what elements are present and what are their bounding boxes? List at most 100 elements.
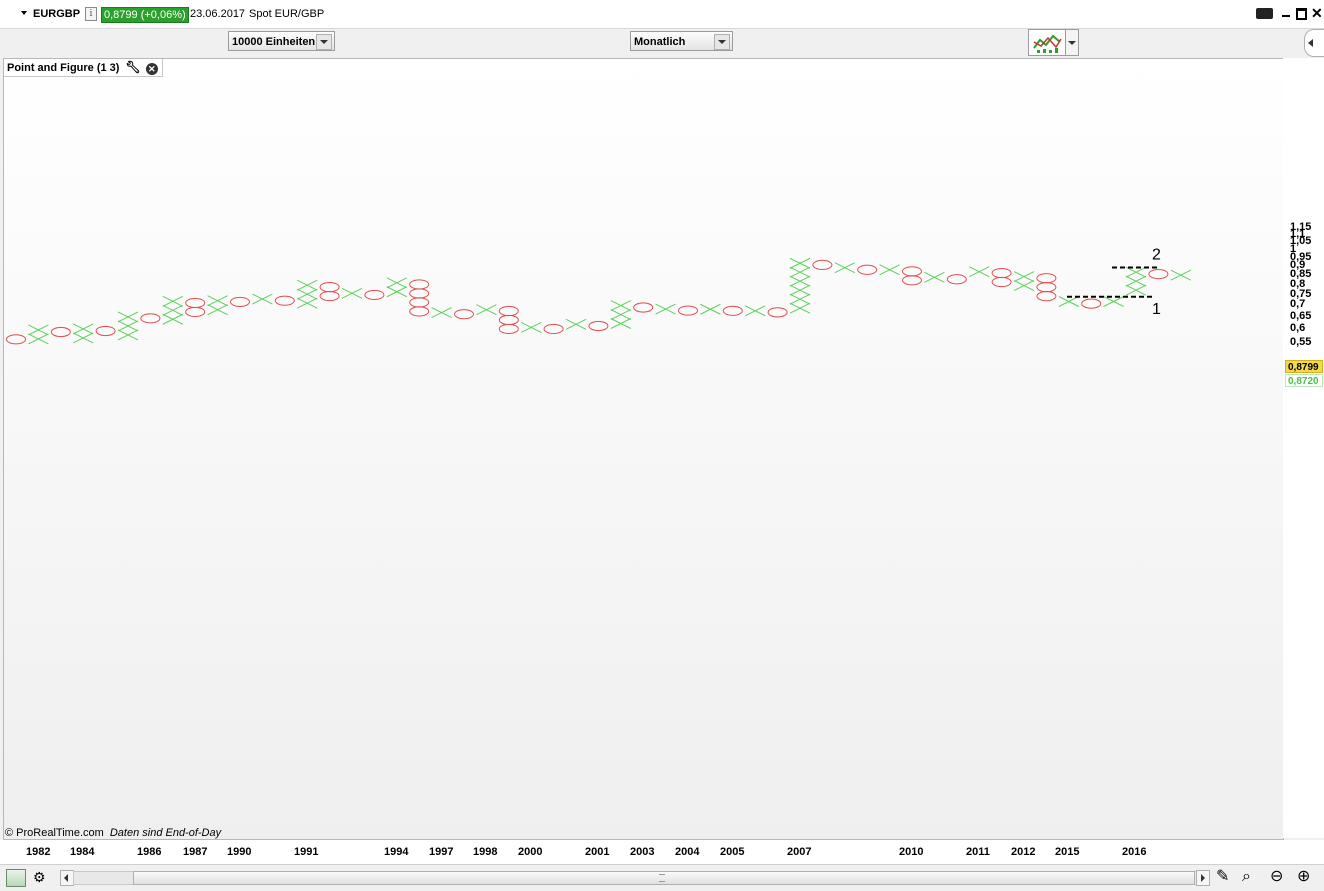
pnf-x-mark [789, 284, 811, 296]
pnf-o-mark [319, 290, 340, 302]
pnf-o-mark [319, 282, 340, 293]
x-axis-label: 1998 [473, 846, 498, 858]
x-axis-label: 1984 [70, 846, 95, 858]
point-and-figure-chart: 12 [6, 227, 1288, 345]
pnf-x-column [162, 295, 184, 325]
pnf-o-column [678, 305, 698, 316]
pnf-x-mark [476, 304, 497, 316]
x-axis-label: 2010 [899, 846, 924, 858]
chart-type-icon[interactable] [6, 869, 26, 887]
pnf-x-column [1103, 296, 1124, 307]
zoom-fit-icon[interactable]: ⌕ [1242, 868, 1251, 886]
candle-settings-icon[interactable]: ⚙︎ [33, 869, 53, 885]
pnf-x-mark [610, 300, 632, 311]
pnf-x-mark [520, 322, 542, 333]
pnf-x-mark [1103, 296, 1124, 307]
pnf-x-mark [296, 288, 318, 300]
pnf-x-mark [924, 271, 945, 283]
pnf-x-mark [117, 320, 139, 332]
y-tick-label: 0,65 [1290, 309, 1312, 322]
pnf-o-mark [1036, 291, 1057, 302]
pnf-x-mark [744, 305, 766, 317]
scroll-left-button[interactable] [60, 870, 74, 886]
annotation-label: 2 [1152, 247, 1161, 264]
pnf-o-column [1148, 268, 1169, 280]
pnf-o-column [185, 297, 206, 318]
scrollbar-grip [659, 874, 665, 882]
pnf-o-mark [140, 313, 161, 324]
pnf-x-mark [655, 303, 676, 315]
pnf-o-column [857, 264, 878, 275]
pnf-x-mark [431, 307, 452, 319]
y-tick-label: 0,55 [1290, 335, 1312, 348]
pnf-x-column [1058, 296, 1080, 307]
pnf-x-mark [341, 287, 363, 299]
pnf-o-mark [409, 288, 430, 299]
pnf-x-mark [386, 277, 408, 289]
drawing-tool-icon[interactable]: ✎ [1216, 868, 1229, 886]
pnf-o-column [1081, 298, 1102, 309]
pnf-o-mark [1036, 282, 1057, 293]
pnf-x-mark [1058, 296, 1080, 307]
pnf-x-column [968, 266, 990, 278]
pnf-x-mark [1125, 284, 1147, 296]
x-axis-label: 1994 [384, 846, 409, 858]
pnf-o-mark [454, 309, 474, 320]
x-axis-label: 2000 [518, 846, 543, 858]
pnf-o-mark [6, 334, 26, 345]
x-axis-label: 2005 [720, 846, 745, 858]
x-axis-label: 1990 [227, 846, 252, 858]
scroll-right-button[interactable] [1196, 870, 1210, 886]
y-tick-label: 0,7 [1290, 298, 1306, 311]
pnf-x-mark [879, 264, 900, 276]
pnf-o-column [498, 305, 519, 335]
pnf-x-column [655, 303, 676, 315]
pnf-x-mark [1125, 275, 1147, 287]
annotation-label: 1 [1152, 301, 1161, 318]
pnf-x-column [341, 287, 363, 299]
pnf-x-mark [162, 295, 184, 307]
pnf-o-column [230, 296, 250, 308]
zoom-out-icon[interactable]: ⊖ [1270, 868, 1283, 886]
x-axis-label: 2011 [966, 846, 990, 858]
pnf-o-column [6, 334, 26, 345]
x-axis-label: 2012 [1011, 846, 1036, 858]
pnf-o-column [991, 267, 1012, 288]
y-tick-label: 0,6 [1290, 322, 1306, 335]
pnf-x-column [610, 300, 632, 329]
x-axis-label: 1997 [429, 846, 454, 858]
pnf-x-column [117, 311, 139, 341]
bottom-toolbar: ⚙︎ ✎ ⌕ ⊖ ⊕ [0, 864, 1324, 891]
pnf-x-column [1013, 271, 1035, 292]
pnf-x-column [924, 271, 945, 283]
pnf-x-mark [72, 323, 94, 335]
pnf-o-mark [1081, 298, 1102, 309]
pnf-o-mark [95, 325, 116, 337]
pnf-x-mark [789, 257, 811, 269]
pnf-o-mark [1036, 273, 1057, 284]
pnf-x-mark [117, 329, 139, 341]
x-axis-label: 2004 [675, 846, 700, 858]
pnf-x-mark [1013, 280, 1035, 292]
zoom-in-icon[interactable]: ⊕ [1297, 868, 1310, 886]
pnf-x-mark [789, 275, 811, 287]
pnf-o-column [364, 289, 385, 301]
pnf-o-column [902, 266, 922, 286]
pnf-x-column [431, 307, 452, 319]
pnf-o-mark [902, 266, 922, 277]
pnf-o-column [722, 305, 743, 316]
pnf-x-mark [789, 266, 811, 278]
pnf-x-mark [296, 297, 318, 309]
pnf-o-mark [722, 305, 743, 316]
pnf-x-mark [72, 332, 94, 344]
pnf-x-column [1125, 266, 1147, 296]
pnf-x-mark [28, 324, 49, 336]
pnf-o-mark [633, 302, 654, 313]
pnf-x-column [207, 295, 228, 316]
pnf-o-column [588, 320, 609, 332]
pnf-x-column [520, 322, 542, 333]
pnf-o-column [767, 307, 788, 318]
pnf-o-mark [902, 275, 922, 286]
pnf-o-mark [946, 274, 967, 285]
x-axis-label: 2015 [1055, 846, 1080, 858]
